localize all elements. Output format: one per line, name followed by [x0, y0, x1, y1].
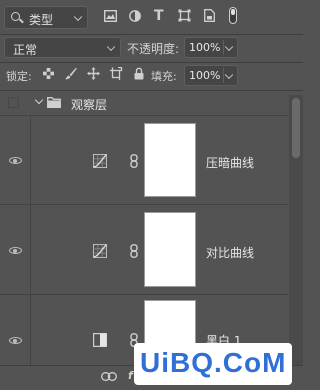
layer-mask-thumbnail[interactable] — [144, 212, 196, 287]
layer-name: 对比曲线 — [206, 246, 255, 260]
lock-position-move-icon[interactable] — [87, 67, 100, 80]
watermark-text: UiBQ.CoM — [140, 347, 287, 378]
layer-row[interactable]: 压暗曲线 — [0, 116, 288, 205]
link-layers-icon[interactable] — [101, 372, 117, 381]
type-layer-filter-icon[interactable]: T — [154, 8, 164, 24]
pixel-layer-filter-icon[interactable] — [104, 10, 117, 22]
fill-value: 100% — [189, 69, 221, 82]
fill-label: 填充: — [151, 70, 177, 83]
shape-layer-filter-icon[interactable] — [178, 9, 191, 22]
folder-icon — [47, 97, 61, 108]
lock-artboard-nesting-icon[interactable] — [110, 67, 123, 80]
layer-group-row[interactable]: 观察层 — [0, 91, 288, 116]
chevron-down-icon[interactable] — [224, 42, 234, 51]
lock-image-pixels-brush-icon[interactable] — [65, 67, 77, 80]
chevron-down-icon — [73, 12, 83, 21]
divider — [30, 116, 31, 205]
watermark-badge: UiBQ.CoM — [134, 343, 292, 385]
chevron-down-icon[interactable] — [224, 70, 234, 79]
divider — [223, 40, 224, 55]
divider — [0, 34, 303, 35]
search-icon-handle — [19, 18, 24, 24]
layer-row[interactable]: 对比曲线 — [0, 205, 288, 295]
toggle-knob — [230, 9, 235, 15]
layer-styles-fx-icon[interactable]: f — [128, 369, 133, 382]
blend-mode-value: 正常 — [13, 43, 38, 57]
black-white-adjustment-icon — [93, 333, 107, 347]
chevron-down-icon[interactable] — [34, 95, 44, 105]
lock-all-icon[interactable] — [134, 67, 144, 80]
group-name: 观察层 — [71, 98, 108, 112]
opacity-value: 100% — [189, 41, 221, 54]
smart-object-filter-icon[interactable] — [204, 9, 215, 22]
eye-visibility-icon[interactable] — [9, 337, 22, 344]
visibility-toggle-empty[interactable] — [8, 97, 19, 108]
divider — [223, 68, 224, 83]
filter-kind-label: 类型 — [29, 13, 54, 27]
divider — [30, 205, 31, 295]
link-chain-icon[interactable] — [130, 244, 138, 258]
chevron-down-icon — [106, 42, 116, 51]
divider — [0, 62, 303, 63]
layer-name: 压暗曲线 — [206, 156, 255, 170]
filter-toggle-switch[interactable] — [229, 7, 237, 24]
blend-mode-select[interactable]: 正常 — [4, 37, 121, 58]
curves-adjustment-icon — [93, 154, 107, 168]
fill-input[interactable]: 100% — [184, 65, 238, 86]
eye-visibility-icon[interactable] — [9, 157, 22, 164]
adjustment-layer-filter-icon[interactable] — [129, 10, 141, 22]
lock-transparent-pixels-icon[interactable] — [43, 68, 54, 79]
scrollbar-thumb[interactable] — [292, 98, 300, 158]
layer-mask-thumbnail[interactable] — [144, 123, 196, 197]
opacity-label: 不透明度: — [127, 42, 180, 56]
layer-kind-filter[interactable]: 类型 — [4, 6, 88, 29]
curves-adjustment-icon — [93, 244, 107, 258]
opacity-input[interactable]: 100% — [184, 37, 238, 58]
lock-label: 锁定: — [6, 70, 32, 83]
link-chain-icon[interactable] — [130, 154, 138, 168]
eye-visibility-icon[interactable] — [9, 247, 22, 254]
